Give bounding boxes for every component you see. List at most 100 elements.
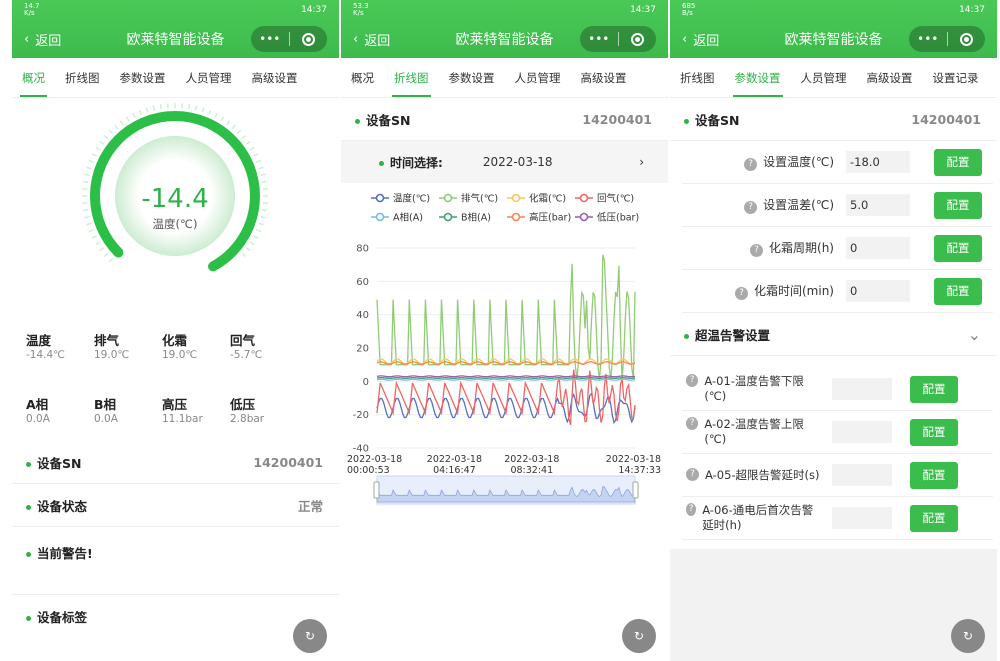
- param-input[interactable]: 0: [846, 280, 910, 302]
- help-icon[interactable]: ?: [686, 467, 699, 481]
- refresh-icon: ↻: [633, 629, 645, 643]
- tab-linechart[interactable]: 折线图: [55, 58, 110, 97]
- config-button[interactable]: 配置: [910, 461, 958, 489]
- tab-settings-log[interactable]: 设置记录: [923, 58, 989, 97]
- footer-area: [670, 549, 997, 661]
- legend-label: B相(A): [461, 212, 491, 224]
- config-button[interactable]: 配置: [934, 234, 982, 262]
- metric-return: 回气 -5.7℃: [216, 330, 284, 361]
- alarm-input[interactable]: [832, 464, 892, 486]
- status-bar: 53.3 K/s 14:37: [341, 0, 668, 20]
- refresh-button[interactable]: ↻: [622, 619, 656, 653]
- legend-marker: [375, 193, 385, 203]
- status-time: 14:37: [301, 5, 327, 15]
- tab-users[interactable]: 人员管理: [505, 58, 571, 97]
- legend-item[interactable]: 化霜(℃): [507, 193, 566, 205]
- y-tick-label: 0: [363, 377, 369, 388]
- legend-marker: [443, 212, 453, 222]
- legend-item[interactable]: B相(A): [439, 212, 491, 224]
- param-input[interactable]: 5.0: [846, 194, 910, 216]
- legend-marker: [375, 212, 385, 222]
- config-button[interactable]: 配置: [910, 375, 958, 403]
- alarm-section-header[interactable]: 超温告警设置 ⌄: [670, 313, 997, 356]
- config-button[interactable]: 配置: [910, 504, 958, 532]
- help-icon[interactable]: ?: [750, 244, 764, 257]
- tab-advanced[interactable]: 高级设置: [242, 58, 308, 97]
- help-icon[interactable]: ?: [686, 417, 699, 430]
- tab-linechart[interactable]: 折线图: [384, 58, 439, 97]
- tab-linechart[interactable]: 折线图: [670, 58, 725, 97]
- close-button[interactable]: [948, 32, 986, 46]
- legend-item[interactable]: 温度(℃): [371, 193, 430, 205]
- param-label: 设置温差(℃): [763, 198, 834, 212]
- config-button[interactable]: 配置: [934, 148, 982, 176]
- tab-overview[interactable]: 概况: [12, 58, 55, 97]
- param-input[interactable]: 0: [846, 237, 910, 259]
- back-button[interactable]: ‹ 返回: [353, 30, 390, 49]
- datazoom-slider[interactable]: [373, 475, 639, 505]
- legend-item[interactable]: A相(A): [371, 212, 423, 224]
- tab-users[interactable]: 人员管理: [176, 58, 242, 97]
- chevron-right-icon: ›: [639, 155, 644, 169]
- refresh-button[interactable]: ↻: [951, 619, 985, 653]
- param-label: 化霜时间(min): [754, 284, 834, 298]
- tab-users[interactable]: 人员管理: [791, 58, 857, 97]
- device-tag-row[interactable]: 设备标签: [12, 595, 339, 638]
- y-tick-label: 40: [356, 310, 369, 321]
- chevron-left-icon: ‹: [682, 31, 688, 47]
- phone-params: 685 B/s 14:37 ‹ 返回 欧莱特智能设备 ••• 折线图 参数设置 人员管…: [670, 0, 997, 661]
- time-selector[interactable]: 时间选择: 2022-03-18 ›: [341, 141, 668, 183]
- back-button[interactable]: ‹ 返回: [682, 30, 719, 49]
- legend-marker: [511, 212, 521, 222]
- gauge-value: -14.4: [141, 184, 209, 214]
- legend-item[interactable]: 高压(bar): [507, 212, 571, 224]
- param-row-temp-diff: ? 设置温差(℃) 5.0 配置: [682, 184, 993, 227]
- config-button[interactable]: 配置: [910, 418, 958, 446]
- help-icon[interactable]: ?: [686, 503, 697, 516]
- capsule-menu: •••: [909, 26, 985, 52]
- legend-item[interactable]: 低压(bar): [575, 212, 639, 224]
- alarm-param-label: A-01-温度告警下限(℃): [704, 374, 804, 403]
- chevron-left-icon: ‹: [353, 31, 359, 47]
- close-button[interactable]: [290, 32, 328, 46]
- config-button[interactable]: 配置: [934, 277, 982, 305]
- gauge-unit: 温度(℃): [152, 217, 198, 231]
- more-button[interactable]: •••: [580, 32, 618, 46]
- help-icon[interactable]: ?: [686, 374, 699, 387]
- alarm-input[interactable]: [832, 421, 892, 443]
- zoom-handle-right[interactable]: [632, 481, 639, 499]
- alarm-input[interactable]: [832, 507, 892, 529]
- metric-temp: 温度 -14.4℃: [12, 330, 80, 361]
- tab-params[interactable]: 参数设置: [725, 58, 791, 97]
- legend-item[interactable]: 排气(℃): [439, 193, 498, 205]
- tab-advanced[interactable]: 高级设置: [571, 58, 637, 97]
- back-button[interactable]: ‹ 返回: [24, 30, 61, 49]
- metric-label: A相: [26, 397, 49, 412]
- help-icon[interactable]: ?: [744, 158, 758, 171]
- alarm-input[interactable]: [832, 378, 892, 400]
- status-value: 正常: [297, 498, 323, 514]
- legend-item[interactable]: 回气(℃): [575, 193, 634, 205]
- tab-advanced[interactable]: 高级设置: [857, 58, 923, 97]
- y-tick-label: 60: [356, 277, 369, 288]
- device-sn-row: 设备SN 14200401: [341, 98, 668, 141]
- back-label: 返回: [364, 33, 391, 49]
- tab-overview[interactable]: 概况: [341, 58, 384, 97]
- close-button[interactable]: [619, 32, 657, 46]
- tab-bar: 折线图 参数设置 人员管理 高级设置 设置记录: [670, 58, 997, 98]
- help-icon[interactable]: ?: [735, 287, 748, 300]
- help-icon[interactable]: ?: [744, 201, 758, 214]
- config-button[interactable]: 配置: [934, 191, 982, 219]
- refresh-button[interactable]: ↻: [293, 619, 327, 653]
- legend-label: 回气(℃): [597, 193, 634, 205]
- tab-params[interactable]: 参数设置: [439, 58, 505, 97]
- phone-overview: 14.7 K/s 14:37 ‹ 返回 欧莱特智能设备 ••• 概况 折线图 参数设置…: [12, 0, 339, 661]
- metric-label: 排气: [94, 333, 120, 348]
- more-button[interactable]: •••: [909, 32, 947, 46]
- tab-params[interactable]: 参数设置: [110, 58, 176, 97]
- zoom-handle-left[interactable]: [373, 481, 380, 499]
- alarm-param-label: A-05-超限告警延时(s): [705, 467, 820, 482]
- param-input[interactable]: -18.0: [846, 151, 910, 173]
- more-button[interactable]: •••: [251, 32, 289, 46]
- legend-marker: [579, 193, 589, 203]
